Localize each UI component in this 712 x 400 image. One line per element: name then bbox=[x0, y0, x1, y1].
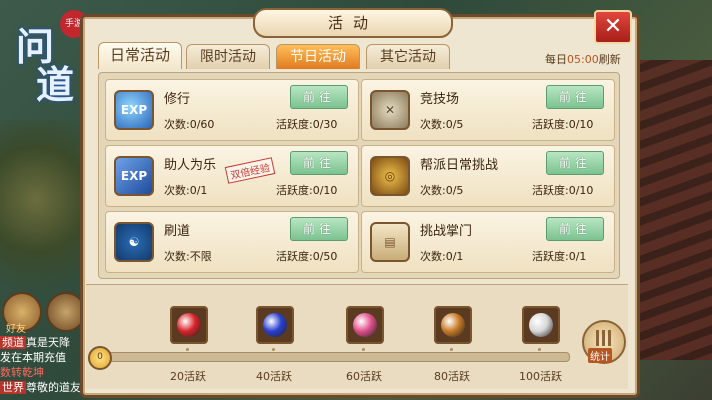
milestone-label: 100活跃 bbox=[519, 370, 562, 383]
milestone-label: 40活跃 bbox=[256, 370, 292, 383]
chat-channel-tag: 世界 bbox=[0, 381, 26, 394]
milestone-label: 20活跃 bbox=[170, 370, 206, 383]
treasure-chest-icon bbox=[441, 313, 465, 337]
activity-progress-track bbox=[96, 352, 570, 362]
activity-points: 活跃度:0/30 bbox=[276, 118, 338, 131]
red-orb-icon bbox=[177, 313, 201, 337]
close-icon: ✕ bbox=[603, 14, 623, 39]
activity-card: ✕ 竞技场 前往 次数:0/5 活跃度:0/10 bbox=[361, 79, 615, 141]
blue-orb-icon bbox=[263, 313, 287, 337]
refresh-suffix: 刷新 bbox=[598, 53, 621, 66]
stats-button[interactable]: 统计 bbox=[582, 320, 626, 364]
activity-name: 帮派日常挑战 bbox=[420, 158, 499, 173]
progress-tick bbox=[186, 348, 189, 351]
refresh-info: 每日05:00刷新 bbox=[545, 51, 621, 67]
chat-log[interactable]: 频道 真是天降 发在本期充值 数转乾坤 世界 尊敬的道友 bbox=[0, 335, 90, 395]
game-logo: 问 道 手游 bbox=[10, 6, 88, 116]
silver-ingot-icon bbox=[529, 313, 553, 337]
chat-line: 数转乾坤 bbox=[0, 365, 90, 380]
activity-times: 次数:0/5 bbox=[420, 184, 464, 197]
chat-line: 世界 尊敬的道友 bbox=[0, 380, 90, 395]
go-button[interactable]: 前往 bbox=[290, 151, 348, 175]
logo-char-bottom: 道 bbox=[36, 62, 75, 107]
activity-name: 助人为乐 bbox=[164, 158, 217, 173]
activity-points: 活跃度:0/10 bbox=[276, 184, 338, 197]
id-scroll-icon: ▤ bbox=[370, 222, 410, 262]
exp-orb-icon: EXP bbox=[114, 90, 154, 130]
activity-points: 活跃度:0/50 bbox=[276, 250, 338, 263]
friend-label: 好友 bbox=[6, 324, 26, 335]
chat-text: 数转乾坤 bbox=[0, 366, 44, 379]
progress-knob: 0 bbox=[88, 346, 112, 370]
tab-daily[interactable]: 日常活动 bbox=[98, 42, 182, 69]
activity-card: ▤ 挑战掌门 前往 次数:0/1 活跃度:0/1 bbox=[361, 211, 615, 273]
chat-text: 真是天降 bbox=[26, 336, 70, 349]
activity-times: 次数:不限 bbox=[164, 250, 212, 263]
go-button[interactable]: 前往 bbox=[546, 151, 604, 175]
progress-tick bbox=[272, 348, 275, 351]
bar-chart-icon bbox=[596, 330, 612, 346]
pink-gems-icon bbox=[353, 313, 377, 337]
chat-line: 发在本期充值 bbox=[0, 350, 90, 365]
reward-chest-80[interactable] bbox=[434, 306, 472, 344]
activity-name: 竞技场 bbox=[420, 92, 460, 107]
reward-chest-100[interactable] bbox=[522, 306, 560, 344]
activity-name: 修行 bbox=[164, 92, 191, 107]
go-button[interactable]: 前往 bbox=[546, 85, 604, 109]
activity-card: ◎ 帮派日常挑战 前往 次数:0/5 活跃度:0/10 bbox=[361, 145, 615, 207]
go-button[interactable]: 前往 bbox=[546, 217, 604, 241]
chat-channel-tag: 频道 bbox=[0, 336, 26, 349]
activity-times: 次数:0/60 bbox=[164, 118, 215, 131]
tab-other[interactable]: 其它活动 bbox=[366, 44, 450, 69]
tab-festival[interactable]: 节日活动 bbox=[276, 44, 360, 69]
reward-chest-60[interactable] bbox=[346, 306, 384, 344]
activity-name: 挑战掌门 bbox=[420, 224, 473, 239]
chat-line: 频道 真是天降 bbox=[0, 335, 90, 350]
progress-tick bbox=[362, 348, 365, 351]
taiji-icon: ☯ bbox=[114, 222, 154, 262]
background-tree bbox=[0, 120, 90, 320]
activity-times: 次数:0/5 bbox=[420, 118, 464, 131]
go-button[interactable]: 前往 bbox=[290, 85, 348, 109]
activity-name: 刷道 bbox=[164, 224, 191, 239]
activity-points: 活跃度:0/1 bbox=[532, 250, 587, 263]
panel-title: 活动 bbox=[253, 8, 453, 38]
activity-times: 次数:0/1 bbox=[164, 184, 208, 197]
refresh-time: 05:00 bbox=[567, 53, 599, 66]
activity-card: EXP 修行 前往 次数:0/60 活跃度:0/30 bbox=[105, 79, 359, 141]
gold-coin-icon: ◎ bbox=[370, 156, 410, 196]
crossed-swords-icon: ✕ bbox=[370, 90, 410, 130]
progress-tick bbox=[538, 348, 541, 351]
close-button[interactable]: ✕ bbox=[594, 10, 632, 44]
double-exp-stamp: 双倍经验 bbox=[224, 157, 276, 184]
stats-label: 统计 bbox=[588, 348, 612, 363]
reward-chest-20[interactable] bbox=[170, 306, 208, 344]
activity-times: 次数:0/1 bbox=[420, 250, 464, 263]
milestone-label: 60活跃 bbox=[346, 370, 382, 383]
activity-points: 活跃度:0/10 bbox=[532, 184, 594, 197]
activity-list[interactable]: EXP 修行 前往 次数:0/60 活跃度:0/30 ✕ 竞技场 前往 次数:0… bbox=[98, 72, 620, 279]
activity-card: EXP 助人为乐 双倍经验 前往 次数:0/1 活跃度:0/10 bbox=[105, 145, 359, 207]
chat-text: 尊敬的道友 bbox=[26, 381, 81, 394]
activity-points: 活跃度:0/10 bbox=[532, 118, 594, 131]
milestone-label: 80活跃 bbox=[434, 370, 470, 383]
tab-limited[interactable]: 限时活动 bbox=[186, 44, 270, 69]
chat-text: 发在本期充值 bbox=[0, 351, 66, 364]
refresh-prefix: 每日 bbox=[545, 53, 567, 66]
activity-card: ☯ 刷道 前往 次数:不限 活跃度:0/50 bbox=[105, 211, 359, 273]
exp-book-icon: EXP bbox=[114, 156, 154, 196]
go-button[interactable]: 前往 bbox=[290, 217, 348, 241]
progress-tick bbox=[450, 348, 453, 351]
reward-chest-40[interactable] bbox=[256, 306, 294, 344]
